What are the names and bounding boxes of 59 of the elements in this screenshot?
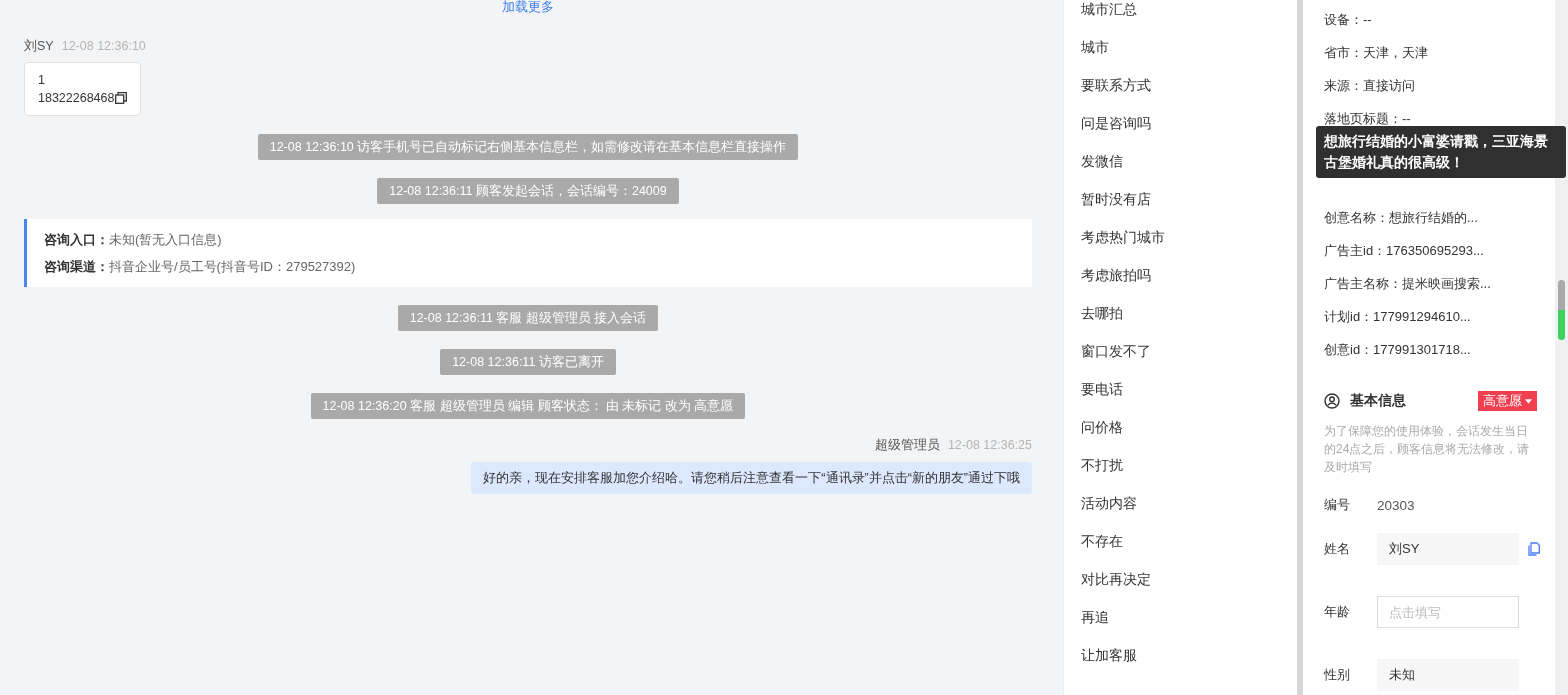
- field-label: 编号: [1324, 496, 1351, 514]
- sender-name: 超级管理员: [874, 437, 940, 453]
- detail-row-text: 广告主名称：提米映画搜索...: [1324, 275, 1492, 293]
- system-notice: 12-08 12:36:10 访客手机号已自动标记右侧基本信息栏，如需修改请在基本信息栏直接操作: [257, 134, 799, 160]
- tag-list-item[interactable]: 城市: [1081, 29, 1297, 67]
- tag-list-item[interactable]: 让加客服: [1081, 637, 1297, 675]
- message-text: 1: [38, 72, 45, 89]
- detail-row-text: 来源：直接访问: [1324, 77, 1416, 95]
- load-more-link[interactable]: 加载更多: [502, 0, 554, 14]
- tag-list-item[interactable]: 要联系方式: [1081, 67, 1297, 105]
- section-title: 基本信息: [1350, 392, 1406, 410]
- tag-list-item[interactable]: 问是咨询吗: [1081, 105, 1297, 143]
- field-label: 年龄: [1324, 603, 1351, 621]
- tag-list-item[interactable]: 再追: [1081, 599, 1297, 637]
- field-label: 姓名: [1324, 540, 1351, 558]
- detail-row-text: 创意名称：想旅行结婚的...: [1324, 209, 1479, 227]
- field-value: 20303: [1377, 497, 1415, 513]
- tag-list-item[interactable]: 不打扰: [1081, 447, 1297, 485]
- input-field[interactable]: 点击填写: [1377, 596, 1519, 628]
- input-field[interactable]: 未知: [1377, 659, 1519, 691]
- message-time: 12-08 12:36:25: [947, 437, 1032, 453]
- tooltip: 想旅行结婚的小富婆请戳，三亚海景古堡婚礼真的很高级！: [1316, 126, 1566, 178]
- message-text: 18322268468: [38, 90, 115, 107]
- tag-list-item[interactable]: 考虑旅拍吗: [1081, 257, 1297, 295]
- detail-row-text: 省市：天津，天津: [1324, 44, 1429, 62]
- sender-name: 刘SY: [24, 38, 54, 54]
- system-notice: 12-08 12:36:11 顾客发起会话，会话编号：24009: [377, 178, 679, 204]
- tag-list-item[interactable]: 城市汇总: [1081, 0, 1297, 29]
- message-bubble: 好的亲，现在安排客服加您介绍哈。请您稍后注意查看一下“通讯录”并点击“新的朋友”通过下哦: [471, 462, 1032, 494]
- status-dropdown[interactable]: 高意愿: [1478, 391, 1537, 411]
- tag-list-item[interactable]: 去哪拍: [1081, 295, 1297, 333]
- info-label: 咨询入口：: [44, 232, 109, 247]
- detail-row-text: 广告主id：176350695293...: [1324, 242, 1485, 260]
- caret-icon: [1525, 398, 1532, 404]
- notice-text: 为了保障您的使用体验，会话发生当日的24点之后，顾客信息将无法修改，请及时填写: [1324, 423, 1531, 476]
- tag-list-item[interactable]: 暂时没有店: [1081, 181, 1297, 219]
- message-time: 12-08 12:36:10: [61, 38, 146, 54]
- info-value: 抖音企业号/员工号(抖音号ID：279527392): [109, 259, 356, 274]
- detail-row-text: 创意id：177991301718...: [1324, 341, 1472, 359]
- tag-list-item[interactable]: 活动内容: [1081, 485, 1297, 523]
- system-notice: 12-08 12:36:11 访客已离开: [440, 349, 616, 375]
- detail-row-text: 设备：--: [1324, 11, 1373, 29]
- tag-list-item[interactable]: 窗口发不了: [1081, 333, 1297, 371]
- tag-list-item[interactable]: 发微信: [1081, 143, 1297, 181]
- tag-list-item[interactable]: 问价格: [1081, 409, 1297, 447]
- user-icon: [1324, 393, 1340, 409]
- detail-row-text: 落地页标题：--: [1324, 110, 1412, 128]
- system-notice: 12-08 12:36:20 客服 超级管理员 编辑 顾客状态： 由 未标记 改为 高意愿: [310, 393, 746, 419]
- tag-list-item[interactable]: 要电话: [1081, 371, 1297, 409]
- tag-list-item[interactable]: 考虑热门城市: [1081, 219, 1297, 257]
- input-field[interactable]: 刘SY: [1377, 533, 1519, 565]
- field-label: 性别: [1324, 666, 1351, 684]
- detail-row-text: 计划id：177991294610...: [1324, 308, 1472, 326]
- tag-list-item[interactable]: 对比再决定: [1081, 561, 1297, 599]
- info-value: 未知(暂无入口信息): [109, 232, 222, 247]
- system-notice: 12-08 12:36:11 客服 超级管理员 接入会话: [397, 305, 659, 331]
- info-label: 咨询渠道：: [44, 259, 109, 274]
- tag-list-item[interactable]: 不存在: [1081, 523, 1297, 561]
- copy-icon[interactable]: [115, 92, 128, 104]
